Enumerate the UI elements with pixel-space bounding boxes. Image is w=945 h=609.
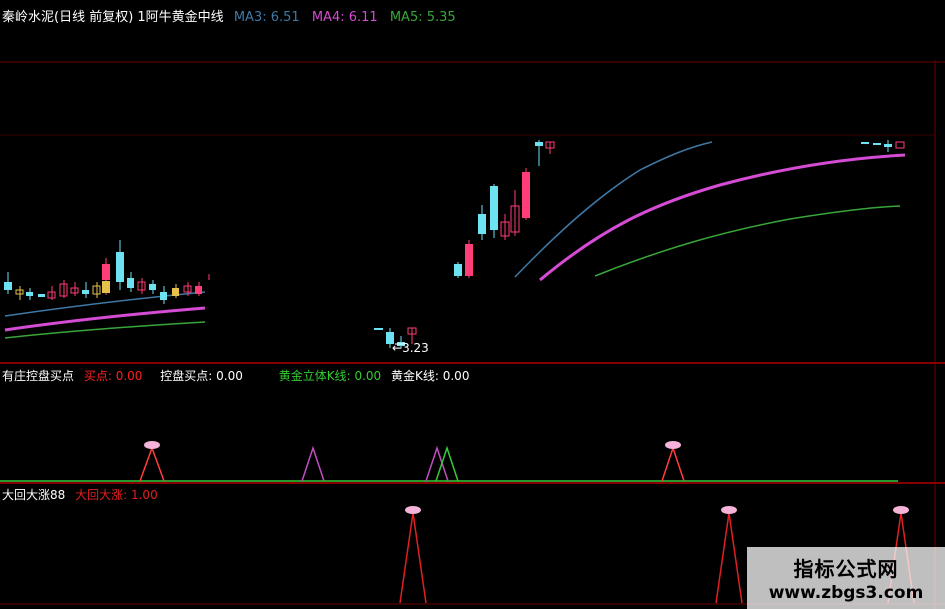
- ma3-line-right: [514, 141, 713, 278]
- low-price-label: 3.23: [402, 341, 429, 355]
- ma4-label: MA4:: [311, 10, 345, 25]
- stock-chart-canvas[interactable]: [0, 0, 945, 609]
- control-label: 控盘买点:: [160, 369, 213, 383]
- indicator-signals[interactable]: [0, 441, 898, 482]
- ma4-line-right: [539, 153, 906, 282]
- golden-k-value: 0.00: [442, 369, 470, 383]
- golden-k-label: 黄金K线:: [390, 369, 439, 383]
- ma5-label: MA5:: [389, 10, 423, 25]
- golden-3d-label: 黄金立体K线:: [278, 369, 351, 383]
- low-price-arrow: ←: [392, 341, 403, 355]
- buy-value: 0.00: [115, 369, 143, 383]
- watermark-box: 指标公式网 www.zbgs3.com: [747, 547, 945, 609]
- ma3-label: MA3:: [233, 10, 267, 25]
- candles-left[interactable]: [4, 240, 210, 304]
- series-value: 1.00: [130, 488, 158, 502]
- series-label: 大回大涨:: [75, 488, 128, 502]
- watermark-url: www.zbgs3.com: [768, 583, 924, 603]
- indicator-title: 有庄控盘买点: [2, 369, 75, 383]
- lower-title: 大回大涨88: [2, 488, 66, 502]
- ma5-line-right: [594, 205, 901, 277]
- indicator-panel-header: 有庄控盘买点 买点: 0.00 控盘买点: 0.00 黄金立体K线: 0.00 …: [2, 367, 469, 384]
- ma4-value: 6.11: [348, 10, 378, 25]
- main-panel-header: 秦岭水泥(日线 前复权) 1阿牛黄金中线 MA3: 6.51 MA4: 6.11…: [2, 6, 456, 25]
- control-value: 0.00: [216, 369, 243, 383]
- golden-3d-value: 0.00: [354, 369, 382, 383]
- ma5-value: 5.35: [426, 10, 456, 25]
- ma3-value: 6.51: [270, 10, 300, 25]
- low-price-marker: ←3.23: [392, 341, 429, 355]
- stock-title: 秦岭水泥(日线 前复权) 1阿牛黄金中线: [2, 10, 224, 25]
- watermark-title: 指标公式网: [793, 557, 899, 581]
- lower-panel-header: 大回大涨88 大回大涨: 1.00: [2, 486, 158, 503]
- buy-label: 买点:: [83, 369, 112, 383]
